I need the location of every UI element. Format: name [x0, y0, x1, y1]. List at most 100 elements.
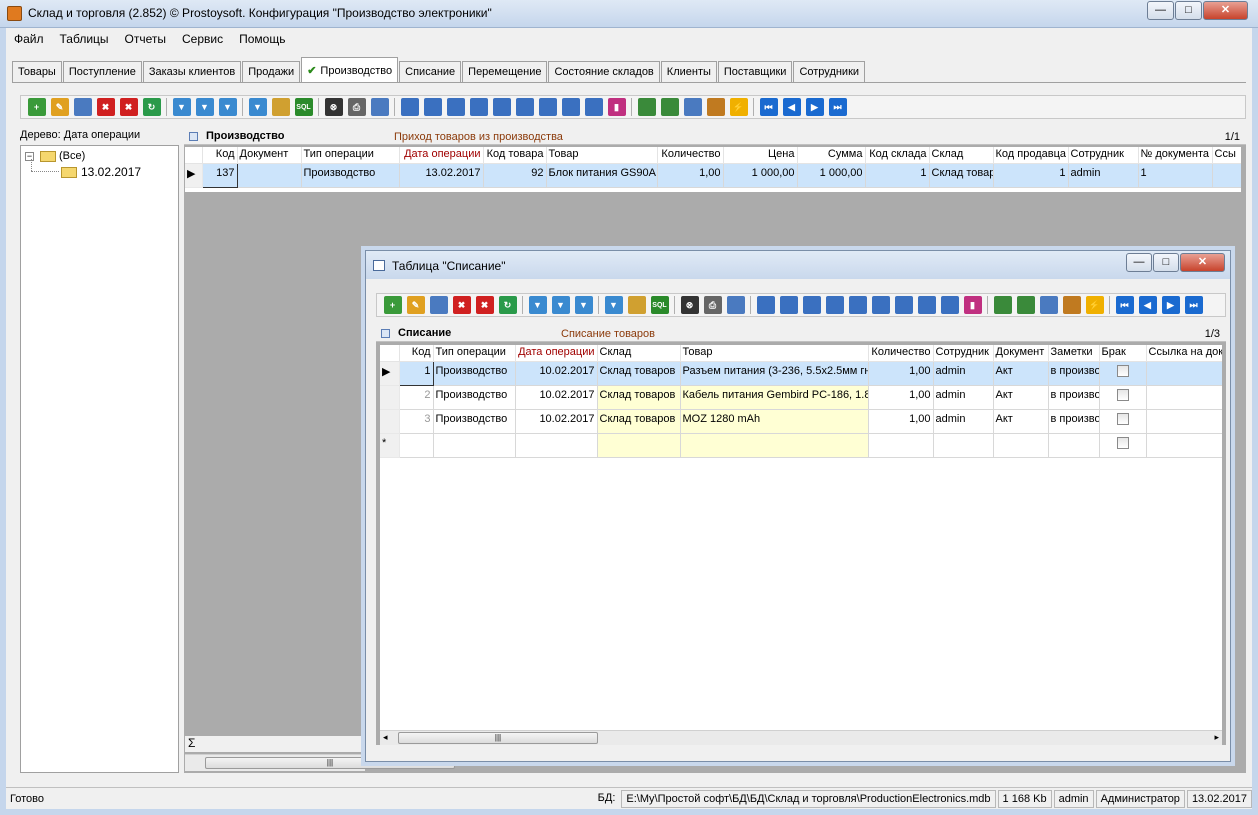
menu-0[interactable]: Файл: [6, 30, 52, 48]
column-header[interactable]: Сотрудник: [933, 345, 994, 362]
filter-remove-icon[interactable]: ▼: [218, 98, 237, 116]
export-excel2-icon[interactable]: [492, 98, 511, 116]
print-icon[interactable]: ⎙: [347, 98, 366, 116]
column-header[interactable]: Тип операции: [433, 345, 516, 362]
filter-remove-icon[interactable]: ▼: [574, 296, 593, 314]
tab-2[interactable]: Заказы клиентов: [142, 61, 242, 82]
checkbox[interactable]: [1116, 436, 1129, 449]
collapse-icon[interactable]: −: [25, 151, 34, 161]
sql-icon[interactable]: SQL: [294, 98, 313, 116]
next-icon[interactable]: ▶: [1161, 296, 1180, 314]
minimize-button[interactable]: —: [1147, 1, 1174, 20]
export-excel-icon[interactable]: [423, 98, 442, 116]
table-settings-icon[interactable]: [683, 98, 702, 116]
column-header[interactable]: Сотрудник: [1068, 147, 1139, 164]
column-header[interactable]: Код: [202, 147, 238, 164]
prev-icon[interactable]: ◀: [1138, 296, 1157, 314]
table-row[interactable]: ▶ 1 Производство 10.02.2017 Склад товаров Раз…: [380, 360, 1222, 386]
edit-pencil-icon[interactable]: ✎: [50, 98, 69, 116]
export-word2-icon[interactable]: [469, 98, 488, 116]
menu-3[interactable]: Сервис: [174, 30, 231, 48]
column-header[interactable]: Товар: [546, 147, 658, 164]
column-header[interactable]: Заметки: [1048, 345, 1100, 362]
scroll-right-icon[interactable]: ▸: [1214, 732, 1219, 743]
scroll-thumb[interactable]: |||: [398, 732, 598, 744]
checkbox[interactable]: [1116, 412, 1129, 425]
tab-7[interactable]: Состояние складов: [548, 61, 660, 82]
column-header[interactable]: Документ: [993, 345, 1049, 362]
column-header[interactable]: Дата операции: [399, 147, 484, 164]
filter-icon[interactable]: ▼: [172, 98, 191, 116]
copy-icon[interactable]: [73, 98, 92, 116]
tree-node-root[interactable]: − (Все): [25, 150, 85, 162]
tab-9[interactable]: Поставщики: [717, 61, 793, 82]
export-xml-icon[interactable]: [940, 296, 959, 314]
child-grid-table[interactable]: Код Тип операции Дата операции Склад Товар Ко…: [380, 345, 1222, 458]
add-record-icon[interactable]: +: [383, 296, 402, 314]
tree-icon[interactable]: [627, 296, 646, 314]
tab-3[interactable]: Продажи: [242, 61, 301, 82]
cell[interactable]: [680, 433, 869, 458]
cell[interactable]: [433, 433, 516, 458]
chart-icon[interactable]: ▮: [963, 296, 982, 314]
child-close-button[interactable]: ✕: [1180, 253, 1225, 272]
export-csv-icon[interactable]: [538, 98, 557, 116]
lightning-icon[interactable]: ⚡: [729, 98, 748, 116]
cell[interactable]: [868, 433, 934, 458]
main-grid-table[interactable]: Код Документ Тип операции Дата операции Код …: [185, 147, 1241, 188]
cell-Брак[interactable]: [1099, 385, 1147, 410]
export-html-icon[interactable]: [515, 98, 534, 116]
import-icon[interactable]: [637, 98, 656, 116]
main-hscrollbar[interactable]: |||: [185, 754, 455, 771]
child-maximize-button[interactable]: □: [1153, 253, 1179, 272]
filter-clear-icon[interactable]: ▼: [551, 296, 570, 314]
cell[interactable]: [515, 433, 598, 458]
export-excel-icon[interactable]: [779, 296, 798, 314]
last-icon[interactable]: ⏭: [828, 98, 847, 116]
edit-pencil-icon[interactable]: ✎: [406, 296, 425, 314]
child-hscrollbar[interactable]: ◂ ||| ▸: [380, 730, 1222, 745]
column-header[interactable]: Код товара: [483, 147, 547, 164]
filter-icon[interactable]: ▼: [528, 296, 547, 314]
column-header[interactable]: Склад: [597, 345, 681, 362]
lightning-icon[interactable]: ⚡: [1085, 296, 1104, 314]
column-header[interactable]: Количество: [868, 345, 934, 362]
tab-1[interactable]: Поступление: [62, 61, 142, 82]
column-header[interactable]: Документ: [237, 147, 302, 164]
find-binoculars-icon[interactable]: ⊗: [324, 98, 343, 116]
tree-icon[interactable]: [271, 98, 290, 116]
table-row[interactable]: ▶ 137 Производство 13.02.2017 92 Блок питания…: [185, 162, 1241, 188]
export-txt-icon[interactable]: [917, 296, 936, 314]
export-excel2-icon[interactable]: [848, 296, 867, 314]
cell[interactable]: [1146, 433, 1222, 458]
first-icon[interactable]: ⏮: [759, 98, 778, 116]
cell[interactable]: [399, 433, 434, 458]
column-header[interactable]: № документа: [1138, 147, 1213, 164]
export-html-icon[interactable]: [871, 296, 890, 314]
column-header[interactable]: Тип операции: [301, 147, 400, 164]
export-xml-icon[interactable]: [584, 98, 603, 116]
checkbox[interactable]: [1116, 364, 1129, 377]
filter-eye-icon[interactable]: ▼: [604, 296, 623, 314]
chart-icon[interactable]: ▮: [607, 98, 626, 116]
cell[interactable]: [1048, 433, 1100, 458]
delete-table-icon[interactable]: ✖: [119, 98, 138, 116]
export-word2-icon[interactable]: [825, 296, 844, 314]
export-access-icon[interactable]: [802, 296, 821, 314]
column-header[interactable]: Ссылка на док: [1146, 345, 1222, 362]
filter-clear-icon[interactable]: ▼: [195, 98, 214, 116]
column-header[interactable]: Ссы: [1212, 147, 1241, 164]
column-header[interactable]: Товар: [680, 345, 869, 362]
cell[interactable]: [1099, 433, 1147, 458]
delete-icon[interactable]: ✖: [96, 98, 115, 116]
cell[interactable]: [597, 433, 681, 458]
table-row[interactable]: 2 Производство 10.02.2017 Склад товаров Кабе…: [380, 385, 1222, 410]
close-button[interactable]: ✕: [1203, 1, 1248, 20]
prev-icon[interactable]: ◀: [782, 98, 801, 116]
delete-icon[interactable]: ✖: [452, 296, 471, 314]
column-header[interactable]: Код: [399, 345, 434, 362]
menu-1[interactable]: Таблицы: [52, 30, 117, 48]
export-word-icon[interactable]: [400, 98, 419, 116]
columns-icon[interactable]: [1062, 296, 1081, 314]
sql-icon[interactable]: SQL: [650, 296, 669, 314]
